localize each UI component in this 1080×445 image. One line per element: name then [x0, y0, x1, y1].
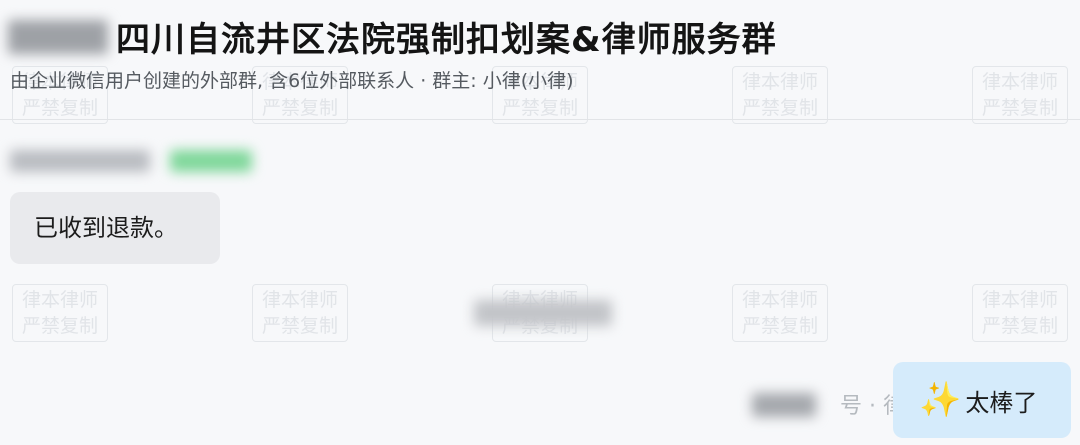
watermark: 律本律师严禁复制 — [732, 284, 828, 342]
received-message-bubble[interactable]: 已收到退款。 — [10, 192, 220, 264]
chat-title[interactable]: 四川自流井区法院强制扣划案&律师服务群 — [116, 12, 777, 61]
sent-message-text: 太棒了 — [965, 388, 1038, 417]
header-divider — [0, 119, 1080, 120]
sent-message-bubble[interactable]: ✨ 太棒了 — [893, 362, 1071, 438]
blurred-center-text — [474, 300, 612, 326]
watermark: 律本律师严禁复制 — [12, 284, 108, 342]
blurred-sender-avatar-name — [752, 393, 816, 417]
watermark: 律本律师严禁复制 — [972, 284, 1068, 342]
title-row: 四川自流井区法院强制扣划案&律师服务群 — [8, 12, 777, 61]
watermark: 律本律师严禁复制 — [252, 284, 348, 342]
blurred-sender-name — [10, 150, 150, 172]
blurred-sender-tag — [170, 150, 252, 172]
chat-header: 四川自流井区法院强制扣划案&律师服务群 由企业微信用户创建的外部群, 含6位外部… — [0, 0, 1080, 120]
blurred-title-prefix — [8, 19, 108, 54]
clapping-hands-icon: ✨ — [919, 380, 962, 420]
chat-subtitle: 由企业微信用户创建的外部群, 含6位外部联系人 · 群主: 小律(小律) — [10, 70, 574, 92]
